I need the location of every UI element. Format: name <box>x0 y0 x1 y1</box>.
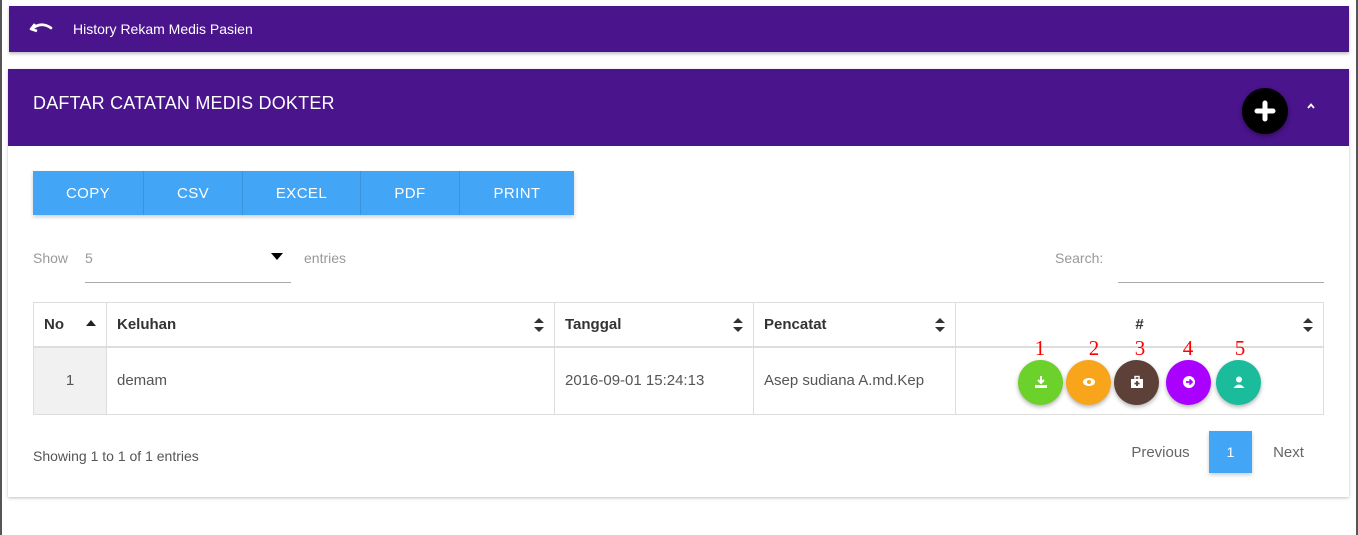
next-page-button[interactable]: Next <box>1252 444 1325 461</box>
table-row: 1 demam 2016-09-01 15:24:13 Asep sudiana… <box>33 336 1324 415</box>
action-number-label: 5 <box>1234 335 1246 360</box>
view-button[interactable] <box>1066 359 1111 405</box>
window-edge-left <box>0 0 2 535</box>
records-table: No Keluhan Tanggal Pencatat # 1 demam 20… <box>33 302 1324 415</box>
action-number-label: 4 <box>1182 335 1194 360</box>
excel-button[interactable]: EXCEL <box>243 171 361 215</box>
column-header-tanggal[interactable]: Tanggal <box>554 302 754 348</box>
cell-tanggal: 2016-09-01 15:24:13 <box>554 346 754 415</box>
entries-select-value: 5 <box>85 250 93 266</box>
csv-button[interactable]: CSV <box>144 171 243 215</box>
sort-icon <box>733 318 743 332</box>
add-record-button[interactable] <box>1242 88 1288 134</box>
download-icon <box>1034 376 1047 388</box>
undo-icon[interactable] <box>29 19 57 39</box>
column-header-label: Pencatat <box>764 315 827 333</box>
column-header-label: Tanggal <box>565 315 622 333</box>
history-header: History Rekam Medis Pasien <box>9 6 1349 52</box>
entries-select[interactable]: 5 <box>85 241 291 283</box>
card-header: DAFTAR CATATAN MEDIS DOKTER <box>8 69 1349 146</box>
action-buttons: 1 2 3 4 5 <box>956 336 1323 414</box>
action-number-label: 3 <box>1134 335 1146 360</box>
column-header-label: Keluhan <box>117 315 177 333</box>
next-step-button[interactable] <box>1166 359 1211 405</box>
page-1-button[interactable]: 1 <box>1209 431 1252 473</box>
previous-page-button[interactable]: Previous <box>1112 444 1209 461</box>
cell-actions: 1 2 3 4 5 <box>955 336 1324 415</box>
print-button[interactable]: PRINT <box>460 171 574 215</box>
show-label: Show <box>33 250 69 266</box>
sort-icon <box>534 318 544 332</box>
pagination: Previous 1 Next <box>1112 431 1325 473</box>
search-label: Search: <box>1055 250 1104 266</box>
arrow-right-circle-icon <box>1182 376 1195 388</box>
column-header-pencatat[interactable]: Pencatat <box>753 302 956 348</box>
chevron-up-icon[interactable] <box>1304 99 1318 113</box>
table-info: Showing 1 to 1 of 1 entries <box>33 448 199 464</box>
entries-label: entries <box>304 250 347 266</box>
caret-down-icon <box>271 253 283 260</box>
column-header-keluhan[interactable]: Keluhan <box>106 302 555 348</box>
cell-keluhan: demam <box>106 346 555 415</box>
medical-button[interactable] <box>1114 359 1159 405</box>
patient-button[interactable] <box>1216 359 1261 405</box>
search-input[interactable] <box>1118 241 1324 283</box>
action-number-label: 2 <box>1088 335 1100 360</box>
download-button[interactable] <box>1018 359 1063 405</box>
column-header-label: No <box>44 315 64 333</box>
pdf-button[interactable]: PDF <box>361 171 460 215</box>
action-number-label: 1 <box>1034 335 1046 360</box>
medical-notes-card: DAFTAR CATATAN MEDIS DOKTER COPY CSV EXC… <box>8 69 1349 497</box>
sort-icon <box>1303 318 1313 332</box>
column-header-label: # <box>1135 315 1144 333</box>
plus-icon <box>1254 100 1276 122</box>
medical-kit-icon <box>1130 375 1143 388</box>
cell-no: 1 <box>33 346 107 415</box>
eye-icon <box>1082 378 1095 386</box>
sort-asc-icon <box>86 320 96 326</box>
card-title: DAFTAR CATATAN MEDIS DOKTER <box>33 93 335 113</box>
export-buttons: COPY CSV EXCEL PDF PRINT <box>33 171 574 215</box>
column-header-no[interactable]: No <box>33 302 107 348</box>
copy-button[interactable]: COPY <box>33 171 144 215</box>
history-title: History Rekam Medis Pasien <box>73 21 253 37</box>
user-icon <box>1233 376 1244 388</box>
cell-pencatat: Asep sudiana A.md.Kep <box>753 346 956 415</box>
sort-icon <box>935 318 945 332</box>
